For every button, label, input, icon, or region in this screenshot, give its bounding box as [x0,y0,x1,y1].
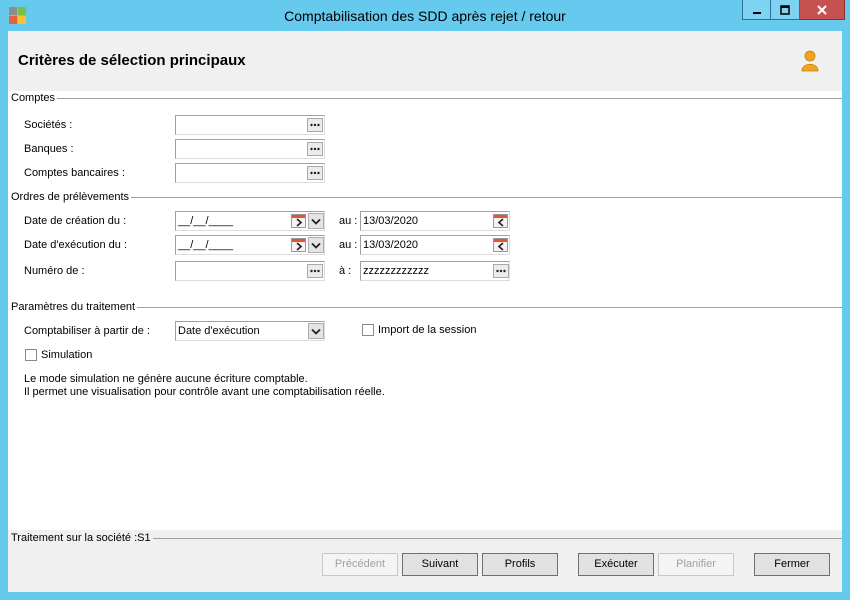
chevron-down-icon [311,242,321,249]
section-ordres: Ordres de prélèvements [8,190,842,204]
calendar-next-icon [295,242,302,251]
chevron-down-icon [311,328,321,335]
window-title: Comptabilisation des SDD après rejet / r… [284,8,566,24]
societes-browse-button[interactable] [307,118,323,132]
section-divider [137,306,842,308]
comptabiliser-label: Comptabiliser à partir de : [24,325,150,337]
ellipsis-icon [496,269,506,273]
minimize-button[interactable] [742,0,771,20]
simulation-checkbox[interactable] [25,349,37,361]
numero-from-browse-button[interactable] [307,264,323,278]
numero-to-browse-button[interactable] [493,264,509,278]
banques-label: Banques : [24,143,74,155]
numero-to-label: à : [339,265,352,277]
ellipsis-icon [310,269,320,273]
executer-button[interactable]: Exécuter [578,553,654,576]
section-comptes-label: Comptes [11,92,56,104]
banques-input[interactable] [175,139,325,159]
numero-label: Numéro de : [24,265,85,277]
date-creation-to-input[interactable]: 13/03/2020 [360,211,510,231]
simulation-label[interactable]: Simulation [41,348,92,362]
info-text-line-2: Il permet une visualisation pour contrôl… [24,386,385,398]
societes-input[interactable] [175,115,325,135]
date-execution-from-value: __/__/____ [178,239,234,251]
date-creation-calendar-button[interactable] [291,214,306,228]
page-title: Critères de sélection principaux [18,52,246,69]
comptabiliser-select[interactable]: Date d'exécution [175,321,325,341]
maximize-icon [780,4,790,15]
minimize-icon [752,11,761,14]
date-creation-to-calendar-button[interactable] [493,214,508,228]
user-icon[interactable] [800,50,820,72]
precedent-button[interactable]: Précédent [322,553,398,576]
section-ordres-label: Ordres de prélèvements [11,191,129,203]
date-execution-label: Date d'exécution du : [24,239,128,251]
close-icon [817,4,827,15]
section-parametres: Paramètres du traitement [8,300,842,314]
info-text-line-1: Le mode simulation ne génère aucune écri… [24,373,308,385]
import-session-label[interactable]: Import de la session [378,323,476,337]
footer-status: Traitement sur la société :S1 [8,531,842,545]
close-button[interactable] [800,0,845,20]
planifier-button[interactable]: Planifier [658,553,734,576]
section-divider [57,97,842,99]
chevron-down-icon [311,218,321,225]
calendar-next-icon [295,218,302,227]
footer-status-label: Traitement sur la société :S1 [11,532,151,544]
comptabiliser-value: Date d'exécution [178,325,260,337]
date-execution-to-value: 13/03/2020 [363,239,419,251]
numero-from-input[interactable] [175,261,325,281]
import-session-checkbox[interactable] [362,324,374,336]
date-execution-calendar-button[interactable] [291,238,306,252]
date-execution-dropdown-button[interactable] [308,237,324,253]
date-execution-to-label: au : [339,239,358,251]
calendar-prev-icon [497,242,504,251]
date-creation-dropdown-button[interactable] [308,213,324,229]
numero-to-input[interactable]: zzzzzzzzzzzz [360,261,510,281]
comptes-bancaires-browse-button[interactable] [307,166,323,180]
section-comptes: Comptes [8,91,842,105]
section-parametres-label: Paramètres du traitement [11,301,136,313]
ellipsis-icon [310,123,320,127]
numero-to-value: zzzzzzzzzzzz [363,265,429,277]
comptes-bancaires-input[interactable] [175,163,325,183]
calendar-prev-icon [497,218,504,227]
banques-browse-button[interactable] [307,142,323,156]
date-creation-to-value: 13/03/2020 [363,215,419,227]
date-execution-to-calendar-button[interactable] [493,238,508,252]
societes-label: Sociétés : [24,119,73,131]
fermer-button[interactable]: Fermer [754,553,830,576]
maximize-button[interactable] [771,0,800,20]
date-creation-to-label: au : [339,215,358,227]
ellipsis-icon [310,171,320,175]
suivant-button[interactable]: Suivant [402,553,478,576]
profils-button[interactable]: Profils [482,553,558,576]
section-divider [152,537,842,539]
date-creation-from-value: __/__/____ [178,215,234,227]
comptabiliser-dropdown-button[interactable] [308,323,324,339]
date-creation-label: Date de création du : [24,215,127,227]
section-divider [131,196,842,198]
date-execution-to-input[interactable]: 13/03/2020 [360,235,510,255]
comptes-bancaires-label: Comptes bancaires : [24,167,125,179]
ellipsis-icon [310,147,320,151]
